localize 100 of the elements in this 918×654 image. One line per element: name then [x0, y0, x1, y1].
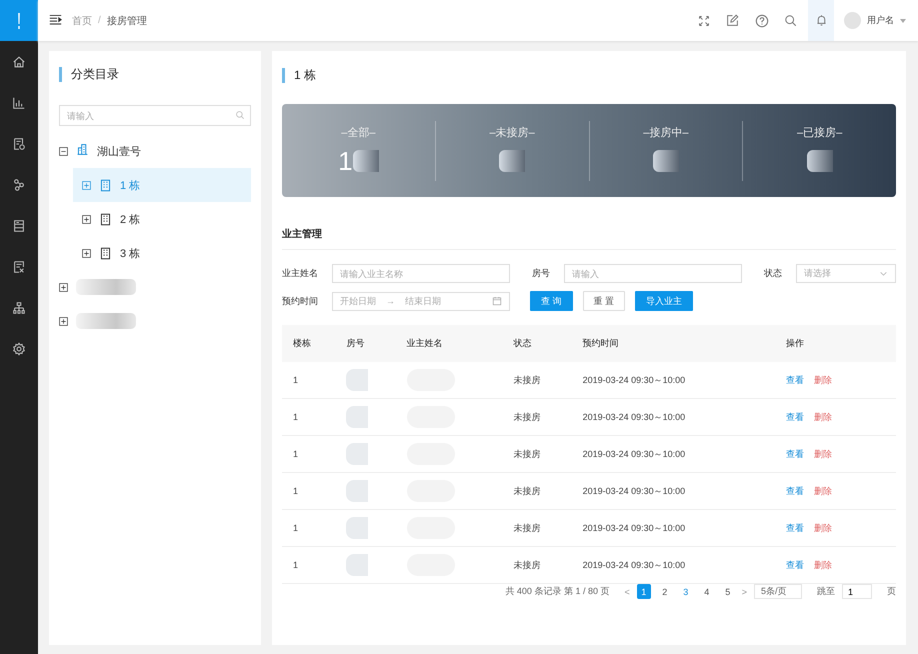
- delete-link[interactable]: 删除: [814, 412, 832, 422]
- field-label: 房号: [531, 267, 551, 280]
- flow-icon: [12, 178, 26, 192]
- table-cell: 2019-03-24 09:30～10:00: [572, 546, 776, 584]
- action-button[interactable]: 查 询: [530, 291, 573, 311]
- delete-link[interactable]: 删除: [814, 374, 832, 384]
- help-icon: [754, 14, 768, 28]
- delete-link[interactable]: 删除: [814, 560, 832, 570]
- field-label: 状态: [763, 267, 783, 280]
- tree-item[interactable]: 1 栋: [73, 168, 251, 202]
- user-menu[interactable]: 用户名: [834, 12, 918, 29]
- column-header: 预约时间: [572, 325, 776, 362]
- bell-icon: [814, 14, 828, 27]
- home-icon: [12, 54, 26, 68]
- blurred-value: [652, 150, 679, 172]
- stat-label: –未接房–: [490, 126, 535, 140]
- tree-item[interactable]: 3 栋: [73, 236, 251, 270]
- delete-link[interactable]: 删除: [814, 486, 832, 496]
- view-link[interactable]: 查看: [786, 412, 804, 422]
- building-icon: [99, 212, 112, 226]
- edit-icon: [726, 14, 739, 27]
- user-name: 用户名: [867, 14, 894, 27]
- table-cell: 2019-03-24 09:30～10:00: [572, 472, 776, 510]
- page-button[interactable]: 1: [636, 584, 651, 599]
- expand-icon: [59, 316, 68, 326]
- input-field[interactable]: 请输入: [564, 264, 742, 283]
- collapse-icon: [59, 146, 68, 156]
- expand-icon: [82, 214, 91, 224]
- table-cell: 1: [282, 510, 336, 546]
- page-size-select[interactable]: 5条/页: [754, 584, 802, 599]
- column-header: 操作: [775, 325, 896, 362]
- blurred-label: [76, 279, 136, 295]
- view-link[interactable]: 查看: [786, 486, 804, 496]
- column-header: 状态: [502, 325, 572, 362]
- search-field[interactable]: 请输入: [59, 105, 251, 126]
- buildings-icon: [76, 143, 89, 156]
- tree-item[interactable]: 2 栋: [73, 202, 251, 236]
- breadcrumb-link[interactable]: 接房管理: [106, 14, 147, 28]
- page-unit: 页: [887, 585, 896, 598]
- record-summary: 共 400 条记录 第 1 / 80 页: [505, 585, 610, 598]
- table-cell: 未接房: [502, 398, 572, 436]
- table-cell: 1: [282, 398, 336, 436]
- building-icon: [99, 178, 112, 192]
- search-icon: [235, 110, 245, 120]
- table-cell: 1: [282, 546, 336, 584]
- blurred-value: [499, 150, 526, 172]
- caret-icon: [900, 18, 906, 22]
- table-cell: 未接房: [502, 546, 572, 584]
- column-header: 业主姓名: [396, 325, 502, 362]
- panel-title: 分类目录: [71, 66, 119, 83]
- logo-mark: [17, 12, 21, 28]
- expand-icon: [82, 180, 91, 190]
- building-icon: [99, 246, 112, 260]
- delete-link[interactable]: 删除: [814, 448, 832, 458]
- view-link[interactable]: 查看: [786, 560, 804, 570]
- prev-page-button[interactable]: <: [624, 586, 630, 596]
- field-label: 业主姓名: [282, 267, 319, 280]
- stat-value: 1: [338, 146, 353, 176]
- breadcrumb-separator: /: [98, 15, 101, 26]
- status-select[interactable]: 请选择: [796, 264, 896, 283]
- page-button[interactable]: 5: [720, 584, 735, 599]
- page-button[interactable]: 4: [700, 584, 714, 599]
- field-label: 预约时间: [282, 294, 319, 308]
- calendar-icon: [492, 296, 502, 306]
- view-link[interactable]: 查看: [786, 448, 804, 458]
- next-page-button[interactable]: >: [742, 586, 747, 596]
- delete-link[interactable]: 删除: [814, 522, 832, 532]
- section-title: 业主管理: [282, 227, 896, 250]
- input-field[interactable]: 请输入业主名称: [332, 264, 510, 283]
- table-cell: 未接房: [502, 362, 572, 398]
- table-cell: 2019-03-24 09:30～10:00: [572, 510, 776, 546]
- table-cell: 1: [282, 472, 336, 510]
- table-cell: 2019-03-24 09:30～10:00: [572, 362, 776, 398]
- page-button[interactable]: 2: [658, 584, 672, 599]
- list-icon: [12, 218, 26, 232]
- page-title: 1 栋: [294, 67, 316, 84]
- table-cell: 未接房: [502, 436, 572, 472]
- blurred-label: [76, 313, 136, 329]
- stat-label: –全部–: [341, 126, 376, 140]
- date-range-field[interactable]: 开始日期 → 结束日期: [332, 292, 510, 310]
- table-cell: 2019-03-24 09:30～10:00: [572, 436, 776, 472]
- avatar: [844, 12, 861, 29]
- view-link[interactable]: 查看: [786, 522, 804, 532]
- search-icon: [784, 14, 797, 27]
- breadcrumb-link[interactable]: 首页: [72, 14, 92, 28]
- page-input[interactable]: 1: [842, 584, 872, 599]
- org-icon: [12, 300, 26, 314]
- expand-arrows-icon: [698, 14, 710, 26]
- menu-icon: [49, 12, 62, 26]
- stat-label: –接房中–: [643, 126, 688, 140]
- view-link[interactable]: 查看: [786, 374, 804, 384]
- table-cell: 未接房: [502, 472, 572, 510]
- page-button[interactable]: 3: [678, 584, 693, 599]
- stat-label: –已接房–: [797, 126, 842, 140]
- tree-item[interactable]: 湖山壹号: [59, 134, 251, 168]
- table-cell: 未接房: [502, 510, 572, 546]
- action-button[interactable]: 导入业主: [635, 291, 694, 311]
- blurred-value: [806, 150, 833, 172]
- table-cell: 2019-03-24 09:30～10:00: [572, 398, 776, 436]
- action-button[interactable]: 重 置: [582, 291, 626, 311]
